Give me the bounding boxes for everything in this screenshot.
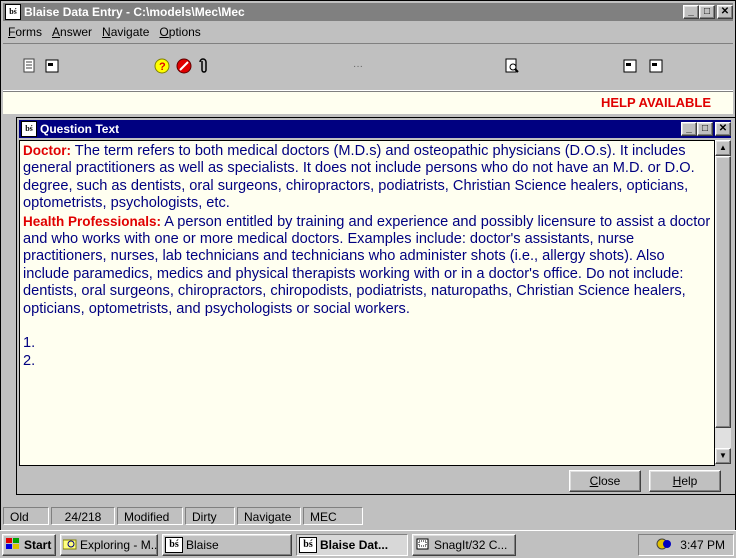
help-available-label: HELP AVAILABLE <box>600 95 711 110</box>
task-snagit-label: SnagIt/32 C... <box>434 538 508 552</box>
task-exploring[interactable]: Exploring - M... <box>60 534 158 556</box>
blaise-task-icon: bś <box>165 537 183 553</box>
status-dirty: Dirty <box>185 507 235 525</box>
form-next-icon[interactable] <box>647 58 665 76</box>
qt-minimize-button[interactable]: _ <box>681 122 697 136</box>
tray-app-icon[interactable] <box>656 538 672 553</box>
menu-bar: Forms Answer Navigate Options <box>3 23 733 41</box>
stop-icon[interactable] <box>175 58 193 76</box>
question-text-title-bar[interactable]: bś Question Text _ □ ✕ <box>19 120 731 138</box>
clock[interactable]: 3:47 PM <box>680 538 725 552</box>
task-exploring-label: Exploring - M... <box>80 538 158 552</box>
task-blaise-label: Blaise <box>186 538 219 552</box>
dots-icon: ··· <box>353 61 363 72</box>
menu-navigate-key: N <box>102 25 111 39</box>
explorer-icon <box>62 538 77 552</box>
status-navigate: Navigate <box>237 507 301 525</box>
menu-forms-label: orms <box>15 25 43 39</box>
toolbar: ? ··· <box>3 43 733 91</box>
form-icon[interactable] <box>43 58 61 76</box>
menu-options[interactable]: Options <box>154 25 205 39</box>
windows-logo-icon <box>5 538 21 552</box>
menu-navigate[interactable]: Navigate <box>97 25 154 39</box>
task-blaise-data-entry[interactable]: bś Blaise Dat... <box>296 534 408 556</box>
start-label: Start <box>24 538 52 552</box>
menu-answer-label: nswer <box>60 25 93 39</box>
doctor-term: Doctor: <box>23 143 71 158</box>
scroll-down-icon[interactable]: ▼ <box>715 448 731 464</box>
paperclip-icon[interactable] <box>195 58 213 76</box>
minimize-button[interactable]: _ <box>683 5 699 19</box>
scroll-thumb[interactable] <box>715 156 731 428</box>
help-band: HELP AVAILABLE <box>3 91 733 114</box>
question-text-area[interactable]: Doctor: The term refers to both medical … <box>19 140 715 466</box>
menu-answer[interactable]: Answer <box>47 25 97 39</box>
menu-forms[interactable]: Forms <box>3 25 47 39</box>
vertical-scrollbar[interactable]: ▲ ▼ <box>715 140 731 464</box>
help-button-label: elp <box>681 474 698 488</box>
maximize-button[interactable]: □ <box>699 5 715 19</box>
menu-options-key: O <box>159 25 169 39</box>
status-position: 24/218 <box>51 507 115 525</box>
question-text-content: Doctor: The term refers to both medical … <box>20 141 714 371</box>
form-prev-icon[interactable] <box>621 58 639 76</box>
svg-text:?: ? <box>159 61 166 73</box>
snagit-icon <box>415 538 431 552</box>
menu-options-label: ptions <box>168 25 201 39</box>
menu-navigate-label: avigate <box>110 25 150 39</box>
preview-icon[interactable] <box>503 58 521 76</box>
close-button-label: lose <box>598 474 621 488</box>
list-item-2: 2. <box>23 352 36 369</box>
blaise-app-icon[interactable]: bś <box>5 4 21 20</box>
question-text-window: bś Question Text _ □ ✕ Doctor: The term … <box>16 117 736 495</box>
help-button[interactable]: Help <box>649 470 721 492</box>
menu-answer-key: A <box>52 25 61 39</box>
close-button[interactable]: Close <box>569 470 641 492</box>
scroll-up-icon[interactable]: ▲ <box>715 140 731 156</box>
doctor-definition: The term refers to both medical doctors … <box>23 143 695 212</box>
system-tray: 3:47 PM <box>638 534 734 556</box>
blaise-window-icon[interactable]: bś <box>21 121 37 137</box>
status-bar: Old 24/218 Modified Dirty Navigate MEC <box>3 507 733 527</box>
health-professionals-definition: A person entitled by training and experi… <box>23 213 711 317</box>
status-modified: Modified <box>117 507 183 525</box>
blaise-data-entry-task-icon: bś <box>299 537 317 553</box>
document-icon[interactable] <box>21 58 39 76</box>
main-window-title: Blaise Data Entry - C:\models\Mec\Mec <box>24 5 245 19</box>
main-title-bar[interactable]: bś Blaise Data Entry - C:\models\Mec\Mec… <box>3 3 733 21</box>
list-item-1: 1. <box>23 335 36 352</box>
close-window-button[interactable]: ✕ <box>717 5 733 19</box>
qt-maximize-button[interactable]: □ <box>697 122 713 136</box>
question-text-title: Question Text <box>40 122 120 136</box>
task-blaise[interactable]: bś Blaise <box>162 534 292 556</box>
qt-close-button[interactable]: ✕ <box>715 122 731 136</box>
start-button[interactable]: Start <box>2 534 56 556</box>
taskbar: Start Exploring - M... bś Blaise bś Blai… <box>0 530 736 558</box>
task-blaise-data-entry-label: Blaise Dat... <box>320 538 389 552</box>
health-professionals-term: Health Professionals: <box>23 213 162 229</box>
status-mec: MEC <box>303 507 363 525</box>
status-old: Old <box>3 507 49 525</box>
task-snagit[interactable]: SnagIt/32 C... <box>412 534 516 556</box>
help-question-icon[interactable]: ? <box>153 58 171 76</box>
